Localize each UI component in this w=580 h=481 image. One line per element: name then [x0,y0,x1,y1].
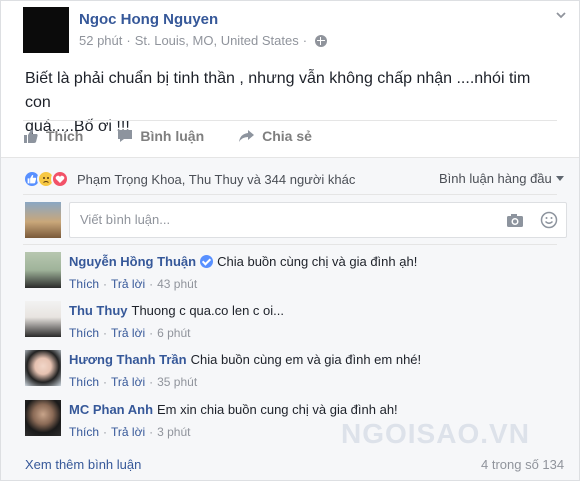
comment-like-link[interactable]: Thích [69,425,99,439]
comment-body: Thu Thuy Thuong c qua.co len c oi... [69,303,284,318]
comment-item: Nguyễn Hồng Thuận Chia buồn cùng chị và g… [1,252,579,300]
commenter-avatar[interactable] [25,301,61,337]
author-avatar[interactable] [23,7,69,53]
sort-label: Bình luận hàng đầu [439,171,552,186]
commenter-avatar[interactable] [25,252,61,288]
divider [23,120,557,121]
watermark-text: NGOISAO.VN [341,418,530,449]
current-user-avatar [25,202,61,238]
comment-text: Em xin chia buồn cung chị và gia đình ah… [157,402,398,417]
divider [23,194,557,195]
comment-count: 4 trong số 134 [481,457,565,472]
comment-time[interactable]: 35 phút [157,375,197,389]
comment-reply-link[interactable]: Trả lời [111,277,145,291]
comment-input-box[interactable] [69,202,567,238]
comment-time[interactable]: 43 phút [157,277,197,291]
verified-badge-icon [200,255,214,268]
emoji-icon[interactable] [540,211,558,229]
commenter-name[interactable]: Hương Thanh Trần [69,352,187,367]
comment-actions: Thích · Trả lời · 35 phút [69,375,198,389]
commenter-avatar[interactable] [25,350,61,386]
comment-sort-dropdown[interactable]: Bình luận hàng đầu [439,171,564,186]
reactions-summary[interactable]: Phạm Trọng Khoa, Thu Thuy và 344 người k… [23,170,355,188]
comment-actions: Thích · Trả lời · 3 phút [69,425,191,439]
comment-body: MC Phan Anh Em xin chia buồn cung chị và … [69,402,398,417]
divider [23,244,557,245]
love-icon [51,170,69,188]
post-location[interactable]: St. Louis, MO, United States [135,33,299,48]
author-name[interactable]: Ngoc Hong Nguyen [79,11,218,28]
share-label: Chia sẻ [262,128,312,144]
facebook-post: Ngoc Hong Nguyen 52 phút · St. Louis, MO… [0,0,580,481]
chevron-down-icon[interactable] [555,9,567,21]
post-time[interactable]: 52 phút [79,33,122,48]
globe-icon[interactable] [315,34,328,47]
comment-text: Chia buồn cùng chị và gia đình ạh! [217,254,418,269]
comment-item: Hương Thanh Trần Chia buồn cùng em và gia… [1,350,579,398]
comment-reply-link[interactable]: Trả lời [111,326,145,340]
commenter-name[interactable]: MC Phan Anh [69,402,153,417]
comment-reply-link[interactable]: Trả lời [111,375,145,389]
meta-separator: · [126,33,131,48]
post-footer: Phạm Trọng Khoa, Thu Thuy và 344 người k… [1,157,579,480]
share-button[interactable]: Chia sẻ [238,128,312,144]
comment-body: Hương Thanh Trần Chia buồn cùng em và gia… [69,352,421,367]
commenter-name[interactable]: Nguyễn Hồng Thuận [69,254,196,269]
comment-like-link[interactable]: Thích [69,326,99,340]
comment-time[interactable]: 6 phút [157,326,190,340]
view-more-comments-link[interactable]: Xem thêm bình luận [25,457,141,472]
comment-body: Nguyễn Hồng Thuận Chia buồn cùng chị và g… [69,254,417,269]
comment-like-link[interactable]: Thích [69,277,99,291]
camera-icon[interactable] [506,213,524,228]
comment-label: Bình luận [140,128,205,144]
commenter-avatar[interactable] [25,400,61,436]
post-meta: 52 phút · St. Louis, MO, United States · [79,33,328,48]
comment-text: Chia buồn cùng em và gia đình em nhé! [190,352,422,367]
status-line: Biết là phải chuẩn bị tinh thần , nhưng … [25,70,531,111]
comment-text: Thuong c qua.co len c oi... [131,303,284,318]
commenter-name[interactable]: Thu Thuy [69,303,128,318]
like-button[interactable]: Thích [23,128,83,144]
comment-button[interactable]: Bình luận [117,128,204,144]
comment-icon [118,130,133,142]
share-icon [239,130,255,142]
thumbs-up-icon [24,129,38,143]
meta-separator-2: · [302,33,308,48]
caret-down-icon [555,176,564,181]
comment-reply-link[interactable]: Trả lời [111,425,145,439]
reaction-names[interactable]: Phạm Trọng Khoa, Thu Thuy và 344 người k… [77,172,355,187]
comment-item: Thu Thuy Thuong c qua.co len c oi... Thíc… [1,301,579,349]
like-label: Thích [46,128,84,144]
action-bar: Thích Bình luận Chia sẻ [23,128,346,144]
comment-time[interactable]: 3 phút [157,425,190,439]
watermark-logo: NGOISAO.VN [341,418,530,450]
comment-input[interactable] [80,212,500,227]
comment-actions: Thích · Trả lời · 6 phút [69,326,191,340]
comment-actions: Thích · Trả lời · 43 phút [69,277,198,291]
comment-like-link[interactable]: Thích [69,375,99,389]
